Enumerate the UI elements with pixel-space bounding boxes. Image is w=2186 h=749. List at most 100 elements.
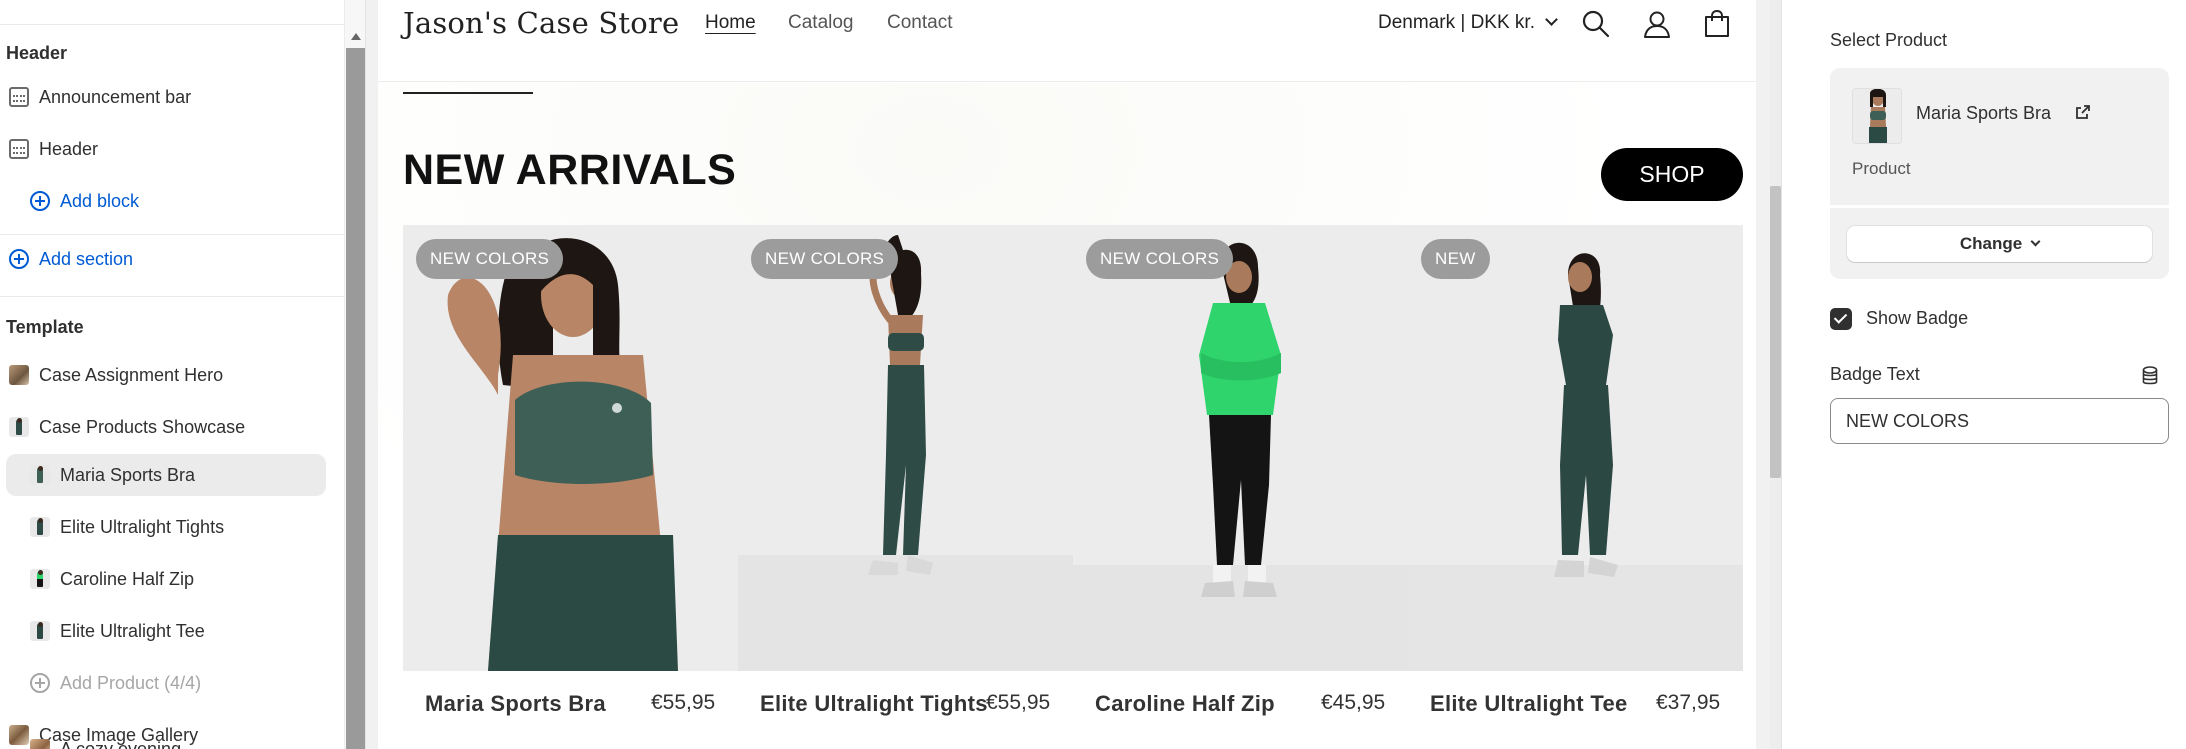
section-case-products-showcase[interactable]: Case Products Showcase bbox=[0, 406, 344, 448]
new-arrivals-section[interactable]: NEW ARRIVALS SHOP NEW COLORS Maria Sport… bbox=[378, 83, 1756, 749]
divider bbox=[1830, 205, 2169, 208]
section-announcement-bar[interactable]: Announcement bar bbox=[0, 76, 344, 118]
nav-contact[interactable]: Contact bbox=[887, 12, 952, 34]
clipped-row bbox=[0, 0, 344, 4]
product-thumbnail-icon bbox=[30, 465, 50, 485]
product-card[interactable]: NEW COLORS Maria Sports Bra €55,95 bbox=[403, 225, 738, 745]
add-circle-icon bbox=[9, 249, 29, 269]
product-name[interactable]: Maria Sports Bra bbox=[425, 691, 606, 717]
product-price: €45,95 bbox=[1321, 691, 1386, 714]
nav-catalog[interactable]: Catalog bbox=[788, 12, 854, 34]
theme-editor: Header Announcement bar Header Add block… bbox=[0, 0, 2186, 749]
product-thumbnail-icon bbox=[30, 621, 50, 641]
image-thumbnail-icon bbox=[9, 365, 29, 385]
product-picker: Maria Sports Bra Product Change bbox=[1830, 68, 2169, 279]
section-label: Announcement bar bbox=[39, 86, 192, 107]
product-thumbnail-icon bbox=[30, 569, 50, 589]
badge-text-input[interactable]: NEW COLORS bbox=[1830, 398, 2169, 444]
block-settings-panel: Select Product Maria Sports Bra Product bbox=[1781, 0, 2186, 749]
select-product-label: Select Product bbox=[1830, 30, 1948, 50]
sections-sidebar: Header Announcement bar Header Add block… bbox=[0, 0, 366, 749]
group-title-template: Template bbox=[6, 317, 84, 337]
product-card[interactable]: NEW Elite Ultralight Tee €37,95 bbox=[1408, 225, 1743, 745]
section-label: Case Assignment Hero bbox=[39, 364, 224, 385]
add-circle-icon bbox=[30, 191, 50, 211]
nav-home[interactable]: Home bbox=[705, 12, 756, 34]
scrollbar-thumb[interactable] bbox=[346, 48, 365, 749]
scrollbar-thumb[interactable] bbox=[1770, 186, 1781, 478]
block-label: Maria Sports Bra bbox=[60, 464, 196, 485]
show-badge-checkbox[interactable] bbox=[1830, 308, 1852, 330]
group-title-header: Header bbox=[6, 43, 68, 63]
product-price: €55,95 bbox=[651, 691, 716, 714]
shop-button[interactable]: SHOP bbox=[1601, 148, 1743, 201]
product-price: €55,95 bbox=[986, 691, 1051, 714]
scroll-up-arrow-icon[interactable] bbox=[351, 33, 361, 40]
block-caroline-half-zip[interactable]: Caroline Half Zip bbox=[0, 558, 344, 600]
product-image[interactable]: NEW COLORS bbox=[403, 225, 738, 671]
external-link-icon[interactable] bbox=[2075, 104, 2091, 120]
chevron-down-icon bbox=[1545, 13, 1558, 26]
block-label: Elite Ultralight Tee bbox=[60, 620, 205, 641]
product-thumbnail-icon bbox=[30, 517, 50, 537]
add-circle-icon bbox=[30, 673, 50, 693]
divider bbox=[0, 234, 344, 235]
preview-scrollbar[interactable] bbox=[1770, 0, 1781, 749]
product-badge: NEW bbox=[1421, 239, 1490, 279]
product-name[interactable]: Elite Ultralight Tights bbox=[760, 691, 988, 717]
badge-text-label: Badge Text bbox=[1830, 364, 1920, 384]
image-thumbnail-icon bbox=[30, 739, 50, 749]
section-icon bbox=[9, 139, 29, 159]
product-badge: NEW COLORS bbox=[1086, 239, 1234, 279]
add-block-button[interactable]: Add block bbox=[0, 180, 344, 222]
product-image[interactable]: NEW bbox=[1408, 225, 1743, 671]
add-product-button[interactable]: Add Product (4/4) bbox=[0, 662, 344, 704]
account-icon[interactable] bbox=[1641, 8, 1673, 40]
store-logo[interactable]: Jason's Case Store bbox=[403, 6, 679, 40]
chevron-down-icon bbox=[2030, 236, 2041, 246]
block-label: Elite Ultralight Tights bbox=[60, 516, 225, 537]
product-grid: NEW COLORS Maria Sports Bra €55,95 NEW C… bbox=[403, 225, 1743, 745]
change-product-button[interactable]: Change bbox=[1847, 226, 2152, 262]
divider bbox=[0, 296, 344, 297]
show-badge-label[interactable]: Show Badge bbox=[1866, 308, 1968, 329]
divider bbox=[0, 24, 344, 25]
product-image[interactable]: NEW COLORS bbox=[1073, 225, 1408, 671]
block-a-cozy-evening[interactable]: A cozy evening bbox=[0, 728, 344, 749]
locale-selector[interactable]: Denmark | DKK kr. bbox=[1378, 12, 1558, 34]
locale-label: Denmark | DKK kr. bbox=[1378, 12, 1535, 33]
selected-product-name[interactable]: Maria Sports Bra bbox=[1916, 103, 2051, 124]
store-preview: Jason's Case Store Home Catalog Contact … bbox=[366, 0, 1781, 749]
product-name[interactable]: Caroline Half Zip bbox=[1095, 691, 1275, 717]
product-type-label: Product bbox=[1852, 159, 1911, 178]
section-case-assignment-hero[interactable]: Case Assignment Hero bbox=[0, 354, 344, 396]
section-icon bbox=[9, 87, 29, 107]
product-price: €37,95 bbox=[1656, 691, 1721, 714]
cart-icon[interactable] bbox=[1701, 8, 1733, 40]
product-badge: NEW COLORS bbox=[416, 239, 564, 279]
add-section-button[interactable]: Add section bbox=[0, 238, 344, 280]
block-elite-ultralight-tee[interactable]: Elite Ultralight Tee bbox=[0, 610, 344, 652]
block-label: A cozy evening bbox=[60, 738, 182, 749]
product-thumbnail-icon bbox=[9, 417, 29, 437]
add-section-label: Add section bbox=[39, 248, 134, 269]
dynamic-source-icon[interactable] bbox=[2142, 366, 2158, 386]
block-maria-sports-bra[interactable]: Maria Sports Bra bbox=[6, 454, 326, 496]
product-thumbnail bbox=[1852, 88, 1902, 144]
block-elite-ultralight-tights[interactable]: Elite Ultralight Tights bbox=[0, 506, 344, 548]
section-label: Header bbox=[39, 138, 99, 159]
change-button-label: Change bbox=[1959, 234, 2023, 253]
product-badge: NEW COLORS bbox=[751, 239, 899, 279]
preview-canvas: Jason's Case Store Home Catalog Contact … bbox=[378, 0, 1756, 749]
section-title: NEW ARRIVALS bbox=[403, 146, 737, 194]
section-header[interactable]: Header bbox=[0, 128, 344, 170]
product-card[interactable]: NEW COLORS Elite Ultralight Tights €55,9… bbox=[738, 225, 1073, 745]
block-label: Caroline Half Zip bbox=[60, 568, 195, 589]
sections-list: Header Announcement bar Header Add block… bbox=[0, 0, 344, 749]
sidebar-scrollbar[interactable] bbox=[344, 0, 365, 749]
product-image[interactable]: NEW COLORS bbox=[738, 225, 1073, 671]
search-icon[interactable] bbox=[1580, 8, 1612, 40]
product-card[interactable]: NEW COLORS Caroline Half Zip €45,95 bbox=[1073, 225, 1408, 745]
add-product-label: Add Product (4/4) bbox=[60, 672, 202, 693]
product-name[interactable]: Elite Ultralight Tee bbox=[1430, 691, 1628, 717]
